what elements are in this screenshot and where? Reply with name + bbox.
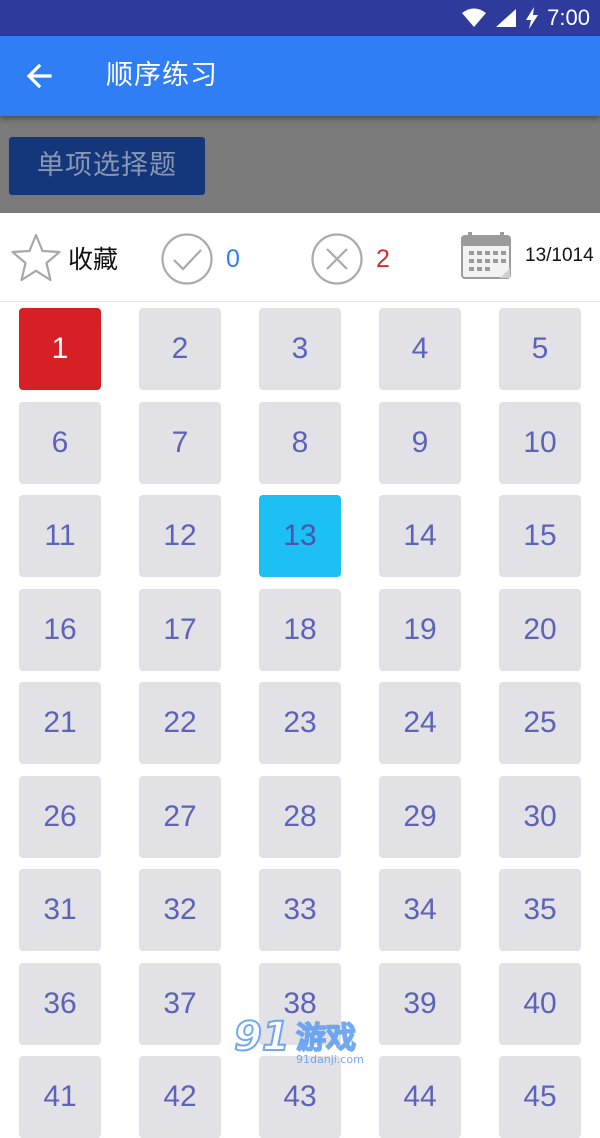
question-cell[interactable]: 8 [259, 401, 341, 484]
question-cell[interactable]: 38 [259, 962, 341, 1045]
question-cell[interactable]: 41 [19, 1056, 101, 1138]
progress-group: 13/1014 [459, 230, 594, 282]
question-cell[interactable]: 39 [379, 962, 461, 1045]
question-cell[interactable]: 42 [139, 1056, 221, 1138]
question-cell[interactable]: 30 [499, 775, 581, 858]
check-circle-icon [161, 233, 213, 285]
wrong-count: 2 [376, 244, 390, 273]
question-cell[interactable]: 22 [139, 682, 221, 764]
question-cell[interactable]: 44 [379, 1056, 461, 1138]
question-cell[interactable]: 15 [499, 495, 581, 577]
question-cell[interactable]: 21 [19, 682, 101, 764]
question-cell[interactable]: 17 [139, 588, 221, 671]
question-cell[interactable]: 12 [139, 495, 221, 577]
question-cell[interactable]: 16 [19, 588, 101, 671]
question-cell[interactable]: 13 [259, 495, 341, 577]
calendar-icon [461, 232, 511, 279]
question-cell[interactable]: 20 [499, 588, 581, 671]
question-cell[interactable]: 32 [139, 869, 221, 951]
question-cell[interactable]: 27 [139, 775, 221, 858]
question-cell[interactable]: 3 [259, 308, 341, 390]
question-cell[interactable]: 29 [379, 775, 461, 858]
question-cell[interactable]: 37 [139, 962, 221, 1045]
question-cell[interactable]: 7 [139, 401, 221, 484]
status-bar: 7:00 [0, 0, 600, 36]
question-cell[interactable]: 24 [379, 682, 461, 764]
correct-count-group: 0 [160, 232, 240, 286]
cell-signal-icon [496, 9, 517, 27]
page-title: 顺序练习 [106, 60, 218, 91]
question-cell[interactable]: 35 [499, 869, 581, 951]
question-cell[interactable]: 6 [19, 401, 101, 484]
app-bar: 顺序练习 [0, 36, 600, 116]
question-cell[interactable]: 36 [19, 962, 101, 1045]
question-cell[interactable]: 40 [499, 962, 581, 1045]
correct-count: 0 [226, 244, 240, 273]
question-cell[interactable]: 1 [19, 308, 101, 390]
charging-bolt-icon [526, 7, 539, 29]
question-cell[interactable]: 25 [499, 682, 581, 764]
question-cell[interactable]: 9 [379, 401, 461, 484]
cross-circle-icon [311, 233, 363, 285]
status-time: 7:00 [547, 5, 590, 30]
question-cell[interactable]: 23 [259, 682, 341, 764]
question-cell[interactable]: 2 [139, 308, 221, 390]
question-cell[interactable]: 28 [259, 775, 341, 858]
question-type-button[interactable]: 单项选择题 [9, 137, 205, 195]
question-cell[interactable]: 4 [379, 308, 461, 390]
progress-counter: 13/1014 [525, 245, 594, 266]
question-cell[interactable]: 5 [499, 308, 581, 390]
question-cell[interactable]: 11 [19, 495, 101, 577]
wrong-count-group: 2 [310, 232, 390, 286]
star-outline-icon [11, 233, 61, 282]
question-type-overlay: 单项选择题 [0, 116, 600, 213]
question-cell[interactable]: 33 [259, 869, 341, 951]
arrow-left-icon [26, 63, 52, 89]
favorite-label: 收藏 [68, 245, 119, 274]
status-icons: 7:00 [461, 0, 590, 36]
question-cell[interactable]: 10 [499, 401, 581, 484]
favorite-button[interactable]: 收藏 [10, 232, 118, 284]
question-cell[interactable]: 31 [19, 869, 101, 951]
question-cell[interactable]: 18 [259, 588, 341, 671]
question-cell[interactable]: 43 [259, 1056, 341, 1138]
question-cell[interactable]: 19 [379, 588, 461, 671]
stats-bar: 收藏 0 2 13/1014 [0, 213, 600, 302]
question-cell[interactable]: 34 [379, 869, 461, 951]
back-button[interactable] [22, 58, 58, 94]
question-cell[interactable]: 26 [19, 775, 101, 858]
question-cell[interactable]: 14 [379, 495, 461, 577]
question-cell[interactable]: 45 [499, 1056, 581, 1138]
wifi-icon [462, 8, 487, 27]
